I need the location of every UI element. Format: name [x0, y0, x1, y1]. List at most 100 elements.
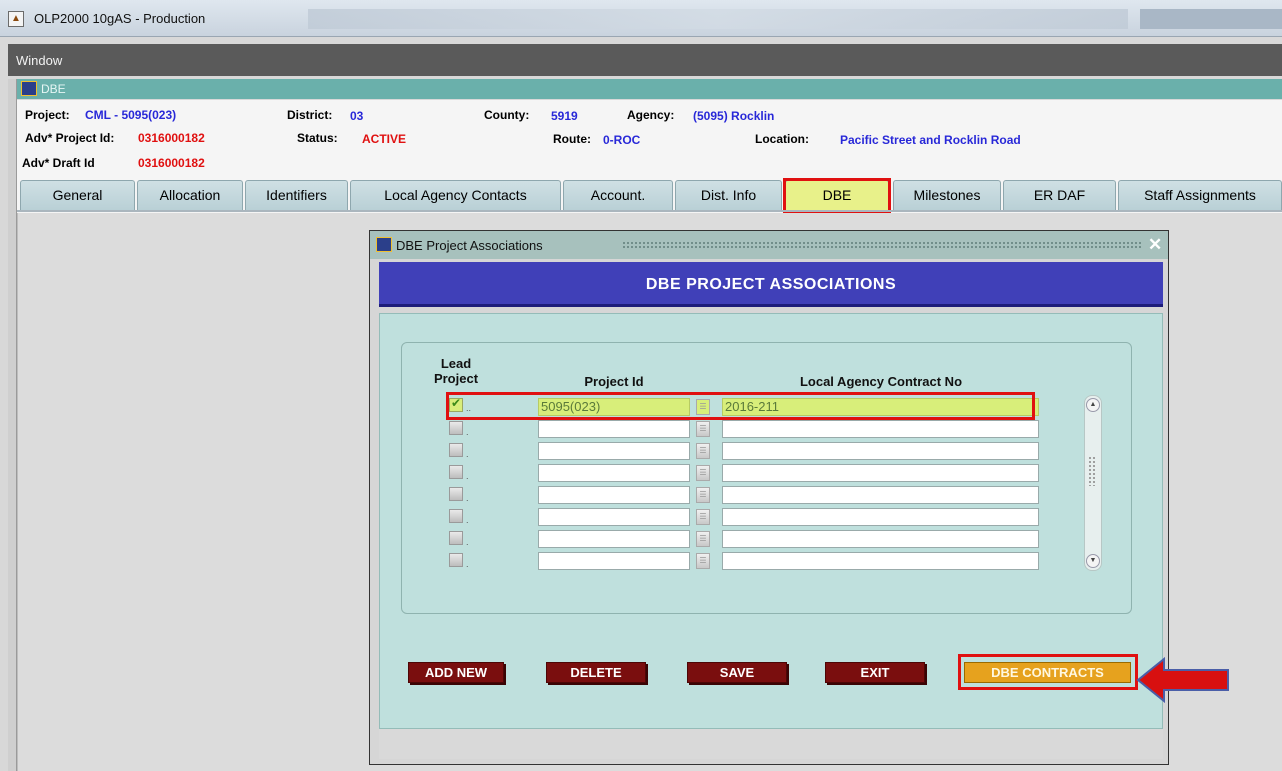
window-title-bar: ▲ OLP2000 10gAS - Production	[0, 0, 1282, 37]
mdi-left-border	[8, 79, 17, 771]
checkbox-tail: .	[466, 559, 469, 569]
app-icon: ▲	[8, 11, 24, 27]
project-id-field[interactable]	[538, 508, 690, 526]
lead-checkbox[interactable]	[449, 509, 463, 523]
project-value: CML - 5095(023)	[85, 108, 177, 122]
list-of-values-icon[interactable]: ☰	[696, 443, 710, 459]
project-id-field[interactable]	[538, 420, 690, 438]
menu-window[interactable]: Window	[16, 53, 62, 68]
menu-bar: Window	[8, 44, 1282, 76]
county-label: County:	[484, 108, 530, 122]
grid-scrollbar[interactable]: ▲ ▼	[1084, 395, 1102, 571]
contract-no-field[interactable]	[722, 486, 1039, 504]
tab-staff-assignments-label: Staff Assignments	[1144, 187, 1256, 203]
contract-no-field[interactable]	[722, 530, 1039, 548]
tab-dist-info[interactable]: Dist. Info	[675, 180, 782, 210]
list-of-values-icon[interactable]: ☰	[696, 487, 710, 503]
list-of-values-icon[interactable]: ☰	[696, 531, 710, 547]
lead-checkbox[interactable]	[449, 487, 463, 501]
adv-draft-id-label: Adv* Draft Id	[22, 156, 95, 170]
delete-button[interactable]: DELETE	[546, 662, 646, 683]
tab-er-daf[interactable]: ER DAF	[1003, 180, 1116, 210]
col-lead-header-line2: Project	[433, 371, 479, 386]
checkbox-tail: .	[466, 493, 469, 503]
project-id-field[interactable]	[538, 486, 690, 504]
menu-window-label: Window	[16, 53, 63, 68]
row-highlight-box	[446, 392, 1035, 420]
status-value: ACTIVE	[362, 132, 407, 146]
dialog-footer	[379, 729, 1163, 759]
associations-panel: Lead Project Project Id Local Agency Con…	[379, 313, 1163, 729]
tab-er-daf-label: ER DAF	[1033, 187, 1086, 203]
contract-no-field[interactable]	[722, 508, 1039, 526]
tab-general-label: General	[52, 187, 103, 203]
list-of-values-icon[interactable]: ☰	[696, 509, 710, 525]
window-title: OLP2000 10gAS - Production	[34, 11, 206, 26]
tab-local-agency-contacts-label: Local Agency Contacts	[384, 187, 527, 203]
route-label: Route:	[553, 132, 591, 146]
title-bar-grip	[622, 241, 1142, 249]
tab-identifiers-label: Identifiers	[266, 187, 327, 203]
district-value: 03	[350, 109, 364, 123]
list-of-values-icon[interactable]: ☰	[696, 553, 710, 569]
contract-no-field[interactable]	[722, 552, 1039, 570]
callout-arrow-icon	[1136, 657, 1229, 703]
scroll-thumb[interactable]	[1088, 456, 1096, 486]
checkbox-tail: .	[466, 427, 469, 437]
close-icon[interactable]: ✕	[1148, 235, 1162, 255]
save-button[interactable]: SAVE	[687, 662, 787, 683]
checkbox-tail: .	[466, 471, 469, 481]
scroll-up-icon[interactable]: ▲	[1086, 398, 1100, 412]
col-project-id-header: Project Id	[584, 374, 644, 389]
contract-no-field[interactable]	[722, 442, 1039, 460]
dbe-project-associations-dialog: DBE Project Associations ✕ DBE PROJECT A…	[369, 230, 1169, 765]
contract-no-field[interactable]	[722, 464, 1039, 482]
tab-local-agency-contacts[interactable]: Local Agency Contacts	[350, 180, 561, 210]
tab-account-label: Account.	[590, 187, 646, 203]
form-title: DBE	[41, 82, 66, 96]
exit-button[interactable]: EXIT	[825, 662, 925, 683]
dialog-title-bar[interactable]: DBE Project Associations ✕	[370, 231, 1168, 259]
tab-general[interactable]: General	[20, 180, 135, 210]
associations-grid: Lead Project Project Id Local Agency Con…	[401, 342, 1132, 614]
col-contract-header: Local Agency Contract No	[799, 374, 963, 389]
tab-account[interactable]: Account.	[563, 180, 673, 210]
form-icon	[21, 81, 37, 96]
list-of-values-icon[interactable]: ☰	[696, 421, 710, 437]
agency-label: Agency:	[627, 108, 675, 122]
project-id-field[interactable]	[538, 530, 690, 548]
tab-allocation[interactable]: Allocation	[137, 180, 243, 210]
checkbox-tail: .	[466, 537, 469, 547]
add-new-button[interactable]: ADD NEW	[408, 662, 504, 683]
scroll-down-icon[interactable]: ▼	[1086, 554, 1100, 568]
adv-project-id-value: 0316000182	[138, 131, 205, 145]
contract-no-field[interactable]	[722, 420, 1039, 438]
lead-checkbox[interactable]	[449, 421, 463, 435]
adv-project-id-label: Adv* Project Id:	[25, 131, 115, 145]
tab-staff-assignments[interactable]: Staff Assignments	[1118, 180, 1282, 210]
lead-checkbox[interactable]	[449, 531, 463, 545]
lead-checkbox[interactable]	[449, 443, 463, 457]
col-lead-header-line1: Lead	[440, 356, 472, 371]
tab-identifiers[interactable]: Identifiers	[245, 180, 348, 210]
project-id-field[interactable]	[538, 552, 690, 570]
tab-allocation-label: Allocation	[159, 187, 221, 203]
blurred-taskbar-area	[308, 9, 1128, 29]
lead-checkbox[interactable]	[449, 465, 463, 479]
project-header: Project: CML - 5095(023) District: 03 Co…	[17, 100, 1282, 176]
checkbox-tail: .	[466, 449, 469, 459]
tab-dbe-highlight	[783, 178, 891, 214]
list-of-values-icon[interactable]: ☰	[696, 465, 710, 481]
route-value: 0-ROC	[603, 133, 641, 147]
county-value: 5919	[551, 109, 578, 123]
tab-milestones[interactable]: Milestones	[893, 180, 1001, 210]
adv-draft-id-value: 0316000182	[138, 156, 205, 170]
dbe-contracts-highlight	[958, 654, 1138, 690]
district-label: District:	[287, 108, 333, 122]
status-label: Status:	[297, 131, 338, 145]
tab-dist-info-label: Dist. Info	[700, 187, 757, 203]
project-id-field[interactable]	[538, 464, 690, 482]
project-id-field[interactable]	[538, 442, 690, 460]
project-label: Project:	[25, 108, 70, 122]
lead-checkbox[interactable]	[449, 553, 463, 567]
